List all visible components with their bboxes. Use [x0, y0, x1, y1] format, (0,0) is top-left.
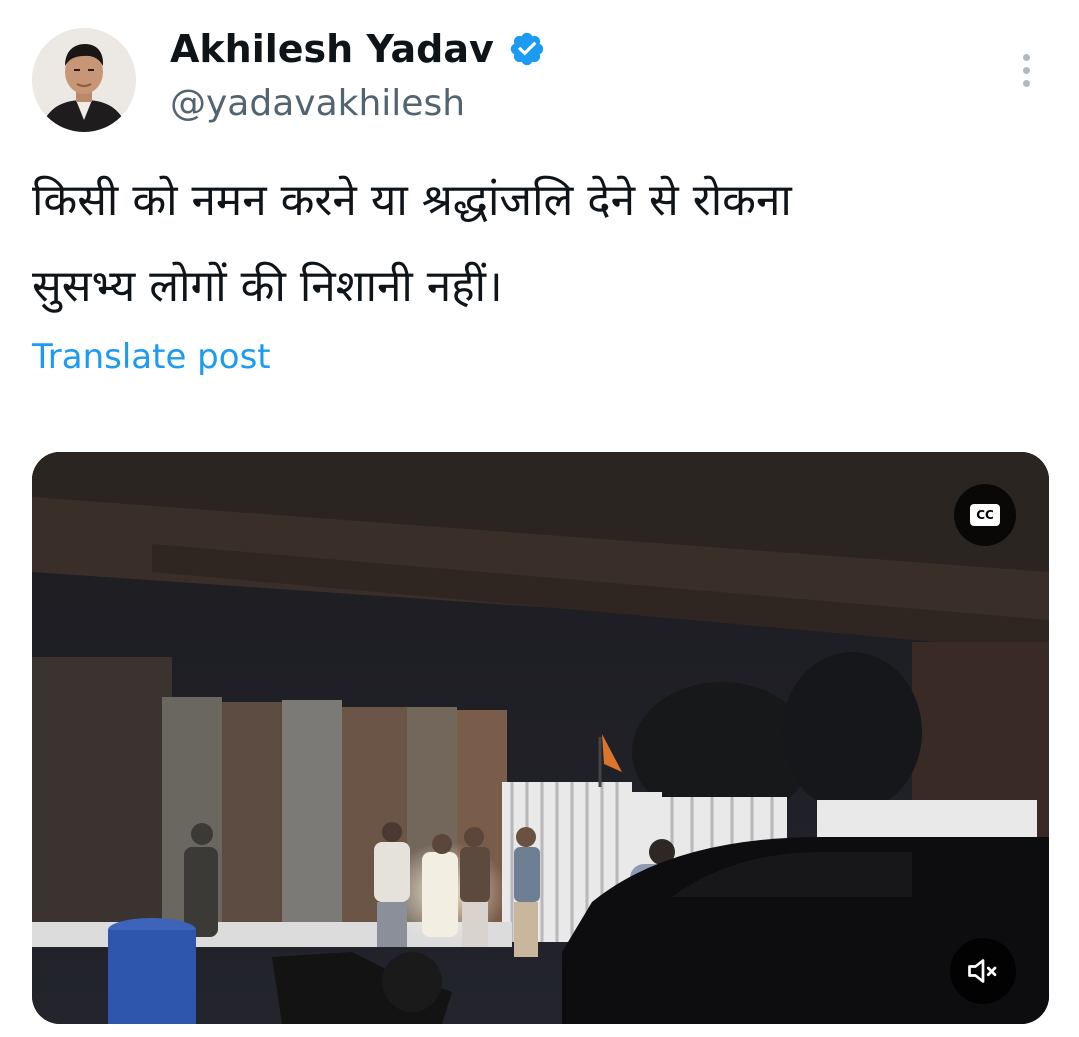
more-options-button[interactable]	[1006, 46, 1046, 94]
speaker-muted-icon	[968, 959, 997, 983]
translate-post-link[interactable]: Translate post	[32, 334, 271, 380]
mute-toggle-button[interactable]	[950, 938, 1016, 1004]
avatar[interactable]	[32, 28, 136, 132]
post-text: किसी को नमन करने या श्रद्धांजलि देने से …	[32, 158, 1032, 330]
post-card: Akhilesh Yadav @yadavakhilesh किसी को नम…	[0, 0, 1079, 1037]
post-text-line: सुसभ्य लोगों की निशानी नहीं।	[32, 261, 503, 312]
captions-button[interactable]: CC	[954, 484, 1016, 546]
more-vertical-icon-dot	[1022, 66, 1030, 74]
author-name-text: Akhilesh Yadav	[170, 27, 494, 71]
author-name[interactable]: Akhilesh Yadav	[170, 24, 546, 74]
closed-captions-icon: CC	[970, 504, 1000, 526]
post-text-line: किसी को नमन करने या श्रद्धांजलि देने से …	[32, 175, 792, 226]
more-vertical-icon-dot	[1022, 79, 1030, 87]
verified-badge-icon	[508, 30, 546, 68]
author-handle[interactable]: @yadavakhilesh	[170, 80, 465, 128]
avatar-image	[32, 28, 136, 132]
video-player[interactable]: CC	[32, 452, 1049, 1024]
video-frame	[32, 452, 1049, 1024]
more-vertical-icon	[1022, 53, 1030, 61]
